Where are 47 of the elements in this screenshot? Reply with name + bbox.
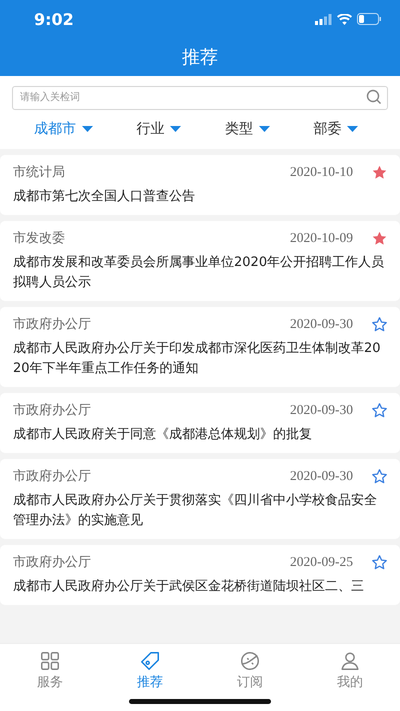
search-field[interactable]: 请输入关检词 xyxy=(12,86,388,110)
article-title[interactable]: 成都市发展和改革委员会所属事业单位2020年公开招聘工作人员拟聘人员公示 xyxy=(13,253,388,293)
person-icon xyxy=(339,650,361,672)
filter-dropdown[interactable]: 成都市 xyxy=(34,120,93,138)
tab-bar-item[interactable]: 我的 xyxy=(315,650,385,691)
tag-icon xyxy=(139,650,161,672)
tab-bar-item[interactable]: 订阅 xyxy=(215,650,285,691)
article-source: 市统计局 xyxy=(13,164,66,181)
search-icon[interactable] xyxy=(366,89,382,105)
tab-bar-item[interactable]: 服务 xyxy=(15,650,85,691)
article-source: 市政府办公厅 xyxy=(13,402,92,419)
article-source: 市政府办公厅 xyxy=(13,554,92,571)
ball-icon xyxy=(239,650,261,672)
favorite-star-icon[interactable] xyxy=(371,402,388,418)
wifi-icon xyxy=(337,14,352,24)
signal-icon xyxy=(315,14,332,24)
caret-icon xyxy=(170,126,182,132)
favorite-star-icon[interactable] xyxy=(371,230,388,246)
filter-dropdown[interactable]: 部委 xyxy=(313,120,358,138)
caret-icon xyxy=(82,126,93,132)
article-title[interactable]: 成都市人民政府关于同意《成都港总体规划》的批复 xyxy=(13,425,388,445)
caret-icon xyxy=(347,126,358,132)
article-title[interactable]: 成都市人民政府办公厅关于印发成都市深化医药卫生体制改革2020年下半年重点工作任务的通知 xyxy=(13,339,388,379)
article-date: 2020-09-30 xyxy=(290,402,353,418)
filter-dropdown[interactable]: 类型 xyxy=(224,120,270,138)
favorite-star-icon[interactable] xyxy=(371,554,388,570)
tab-bar-item[interactable]: 推荐 xyxy=(115,650,185,691)
article-title[interactable]: 成都市人民政府办公厅关于贯彻落实《四川省中小学校食品安全管理办法》的实施意见 xyxy=(13,491,388,531)
grid-icon xyxy=(39,650,61,672)
favorite-star-icon[interactable] xyxy=(371,164,388,180)
article-date: 2020-09-30 xyxy=(290,316,353,332)
page-title: 推荐 xyxy=(182,46,218,69)
article-date: 2020-09-25 xyxy=(290,554,353,570)
favorite-star-icon[interactable] xyxy=(371,316,388,332)
article-date: 2020-10-10 xyxy=(290,164,353,180)
status-time: 9:02 xyxy=(34,10,74,28)
article-date: 2020-09-30 xyxy=(290,468,353,484)
article-title[interactable]: 成都市第七次全国人口普查公告 xyxy=(13,187,388,207)
filter-dropdown[interactable]: 行业 xyxy=(136,120,182,138)
article-title[interactable]: 成都市人民政府办公厅关于武侯区金花桥街道陆坝社区二、三 xyxy=(13,577,388,597)
favorite-star-icon[interactable] xyxy=(371,468,388,484)
article-source: 市政府办公厅 xyxy=(13,468,92,485)
article-date: 2020-10-09 xyxy=(290,230,353,246)
article-source: 市政府办公厅 xyxy=(13,316,92,333)
caret-icon xyxy=(258,126,270,132)
article-source: 市发改委 xyxy=(13,230,66,247)
battery-icon xyxy=(357,13,382,25)
